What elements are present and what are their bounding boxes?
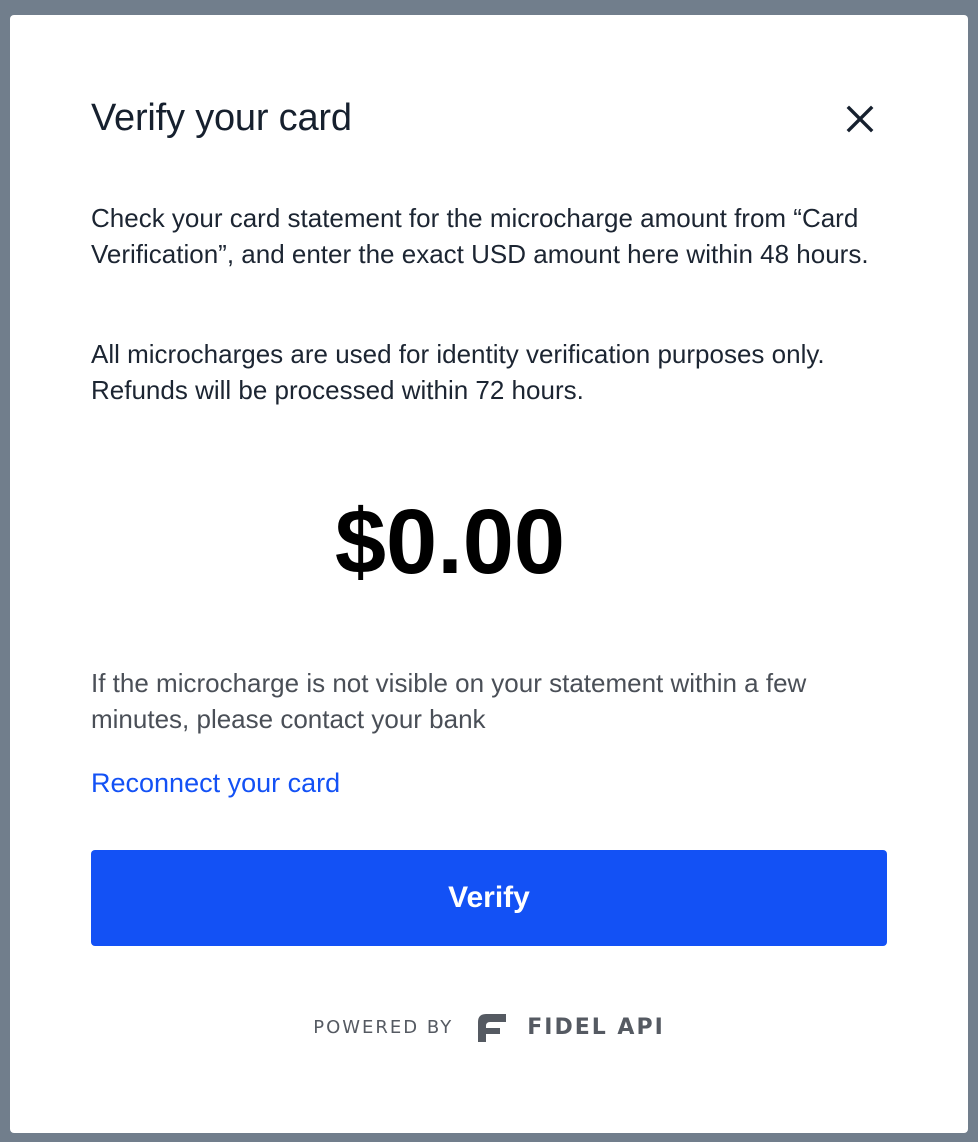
verify-button[interactable]: Verify: [91, 850, 887, 946]
instructions-text: Check your card statement for the microc…: [91, 203, 869, 269]
fidel-api-wordmark: FIDEL API: [527, 1014, 665, 1040]
hint-text: If the microcharge is not visible on you…: [91, 668, 807, 734]
fidel-logo-icon: [478, 1014, 507, 1042]
reconnect-card-link[interactable]: Reconnect your card: [91, 765, 340, 801]
close-icon: [846, 105, 874, 133]
verify-card-dialog: Verify your card Check your card stateme…: [10, 15, 968, 1133]
powered-by-footer: POWERED BY FIDEL API: [10, 1010, 968, 1044]
amount-input[interactable]: $0.00: [10, 487, 890, 597]
close-button[interactable]: [838, 97, 882, 141]
dialog-title: Verify your card: [91, 97, 352, 139]
disclaimer-text: All microcharges are used for identity v…: [91, 339, 825, 405]
powered-by-label: POWERED BY: [313, 1016, 454, 1038]
